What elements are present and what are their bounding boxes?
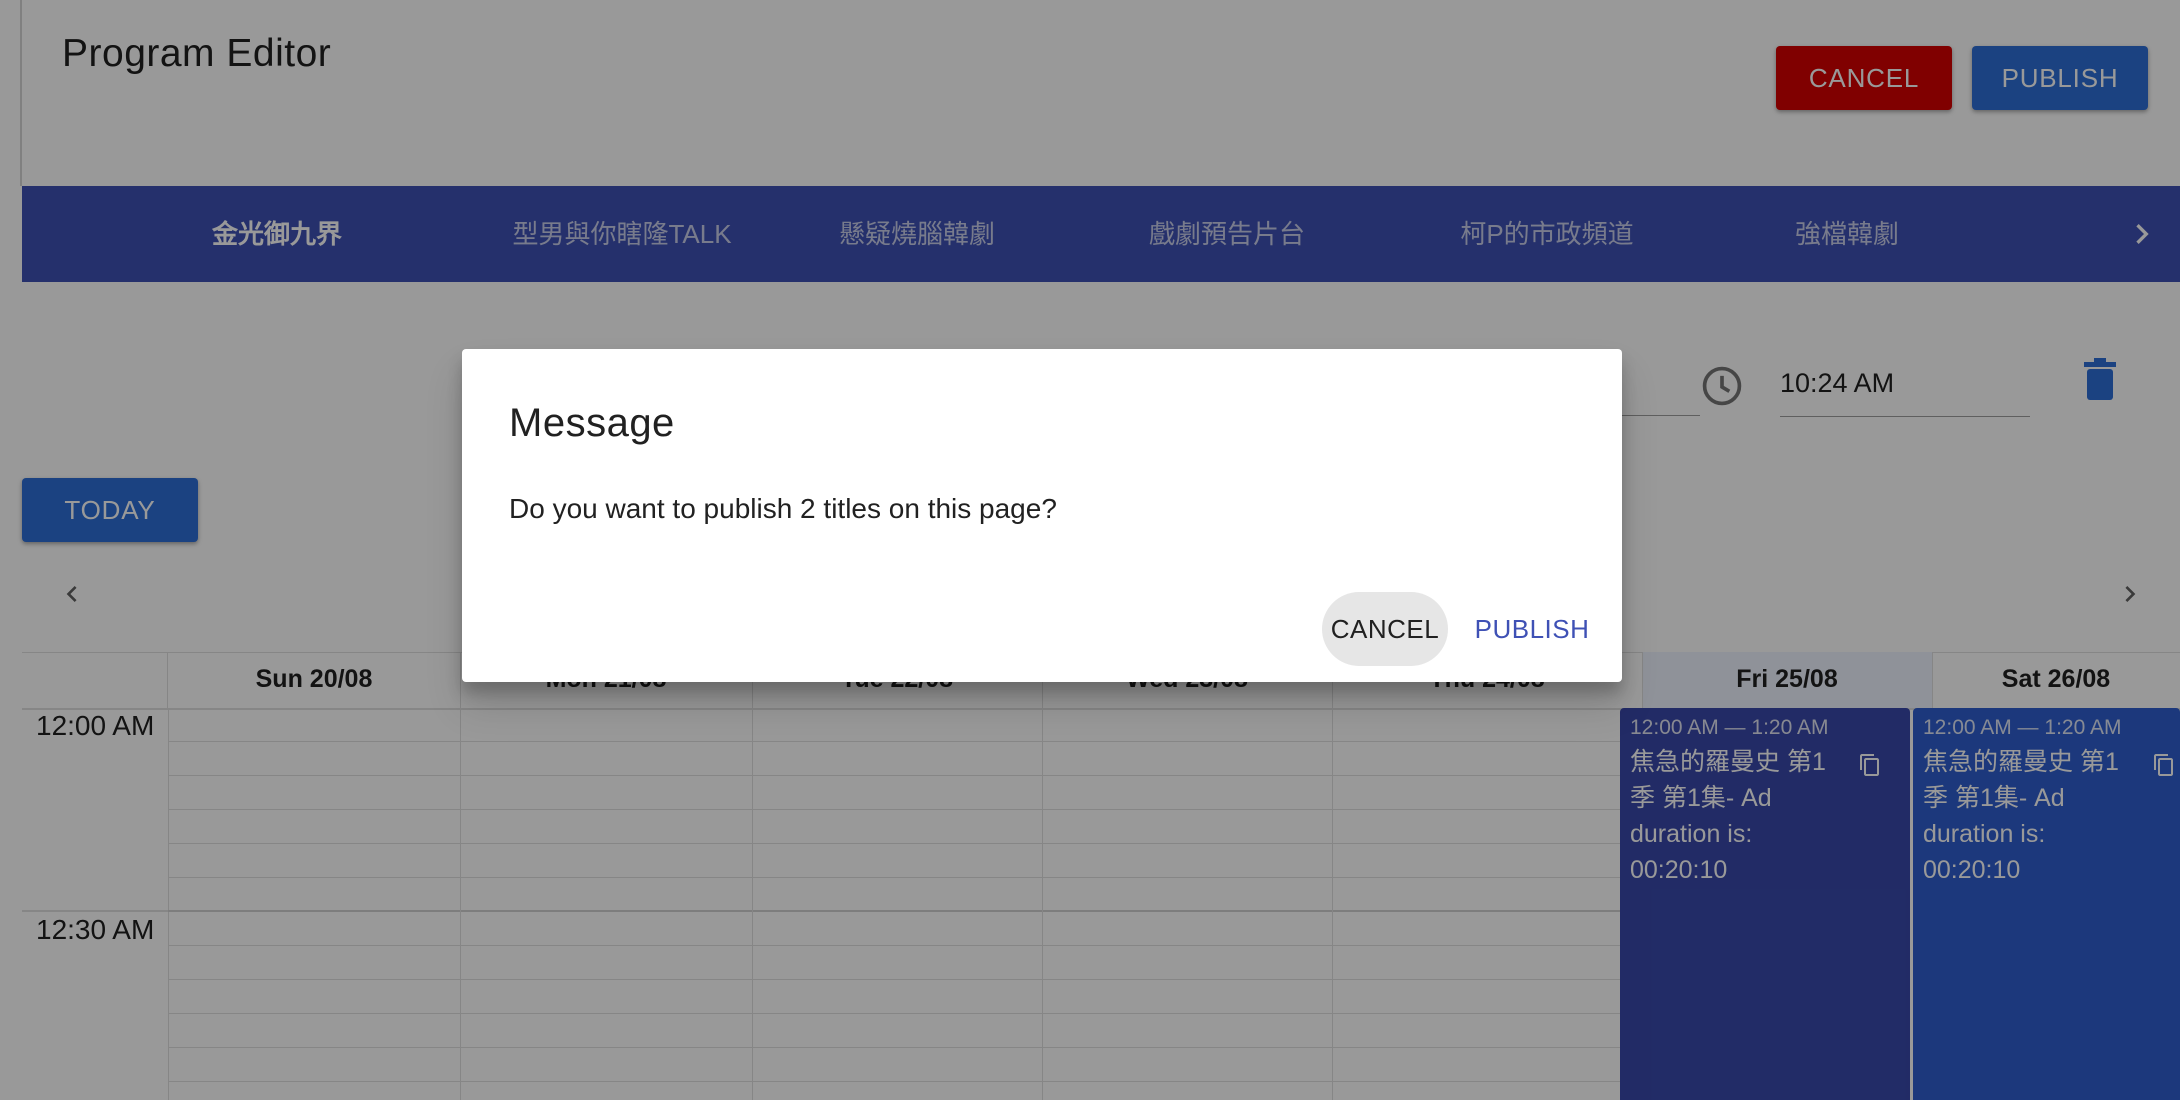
dialog-cancel-button[interactable]: CANCEL — [1322, 592, 1448, 666]
publish-confirm-dialog: Message Do you want to publish 2 titles … — [462, 349, 1622, 682]
dialog-message: Do you want to publish 2 titles on this … — [509, 493, 1057, 524]
dialog-publish-button[interactable]: PUBLISH — [1462, 592, 1602, 666]
dialog-title: Message — [509, 401, 675, 445]
